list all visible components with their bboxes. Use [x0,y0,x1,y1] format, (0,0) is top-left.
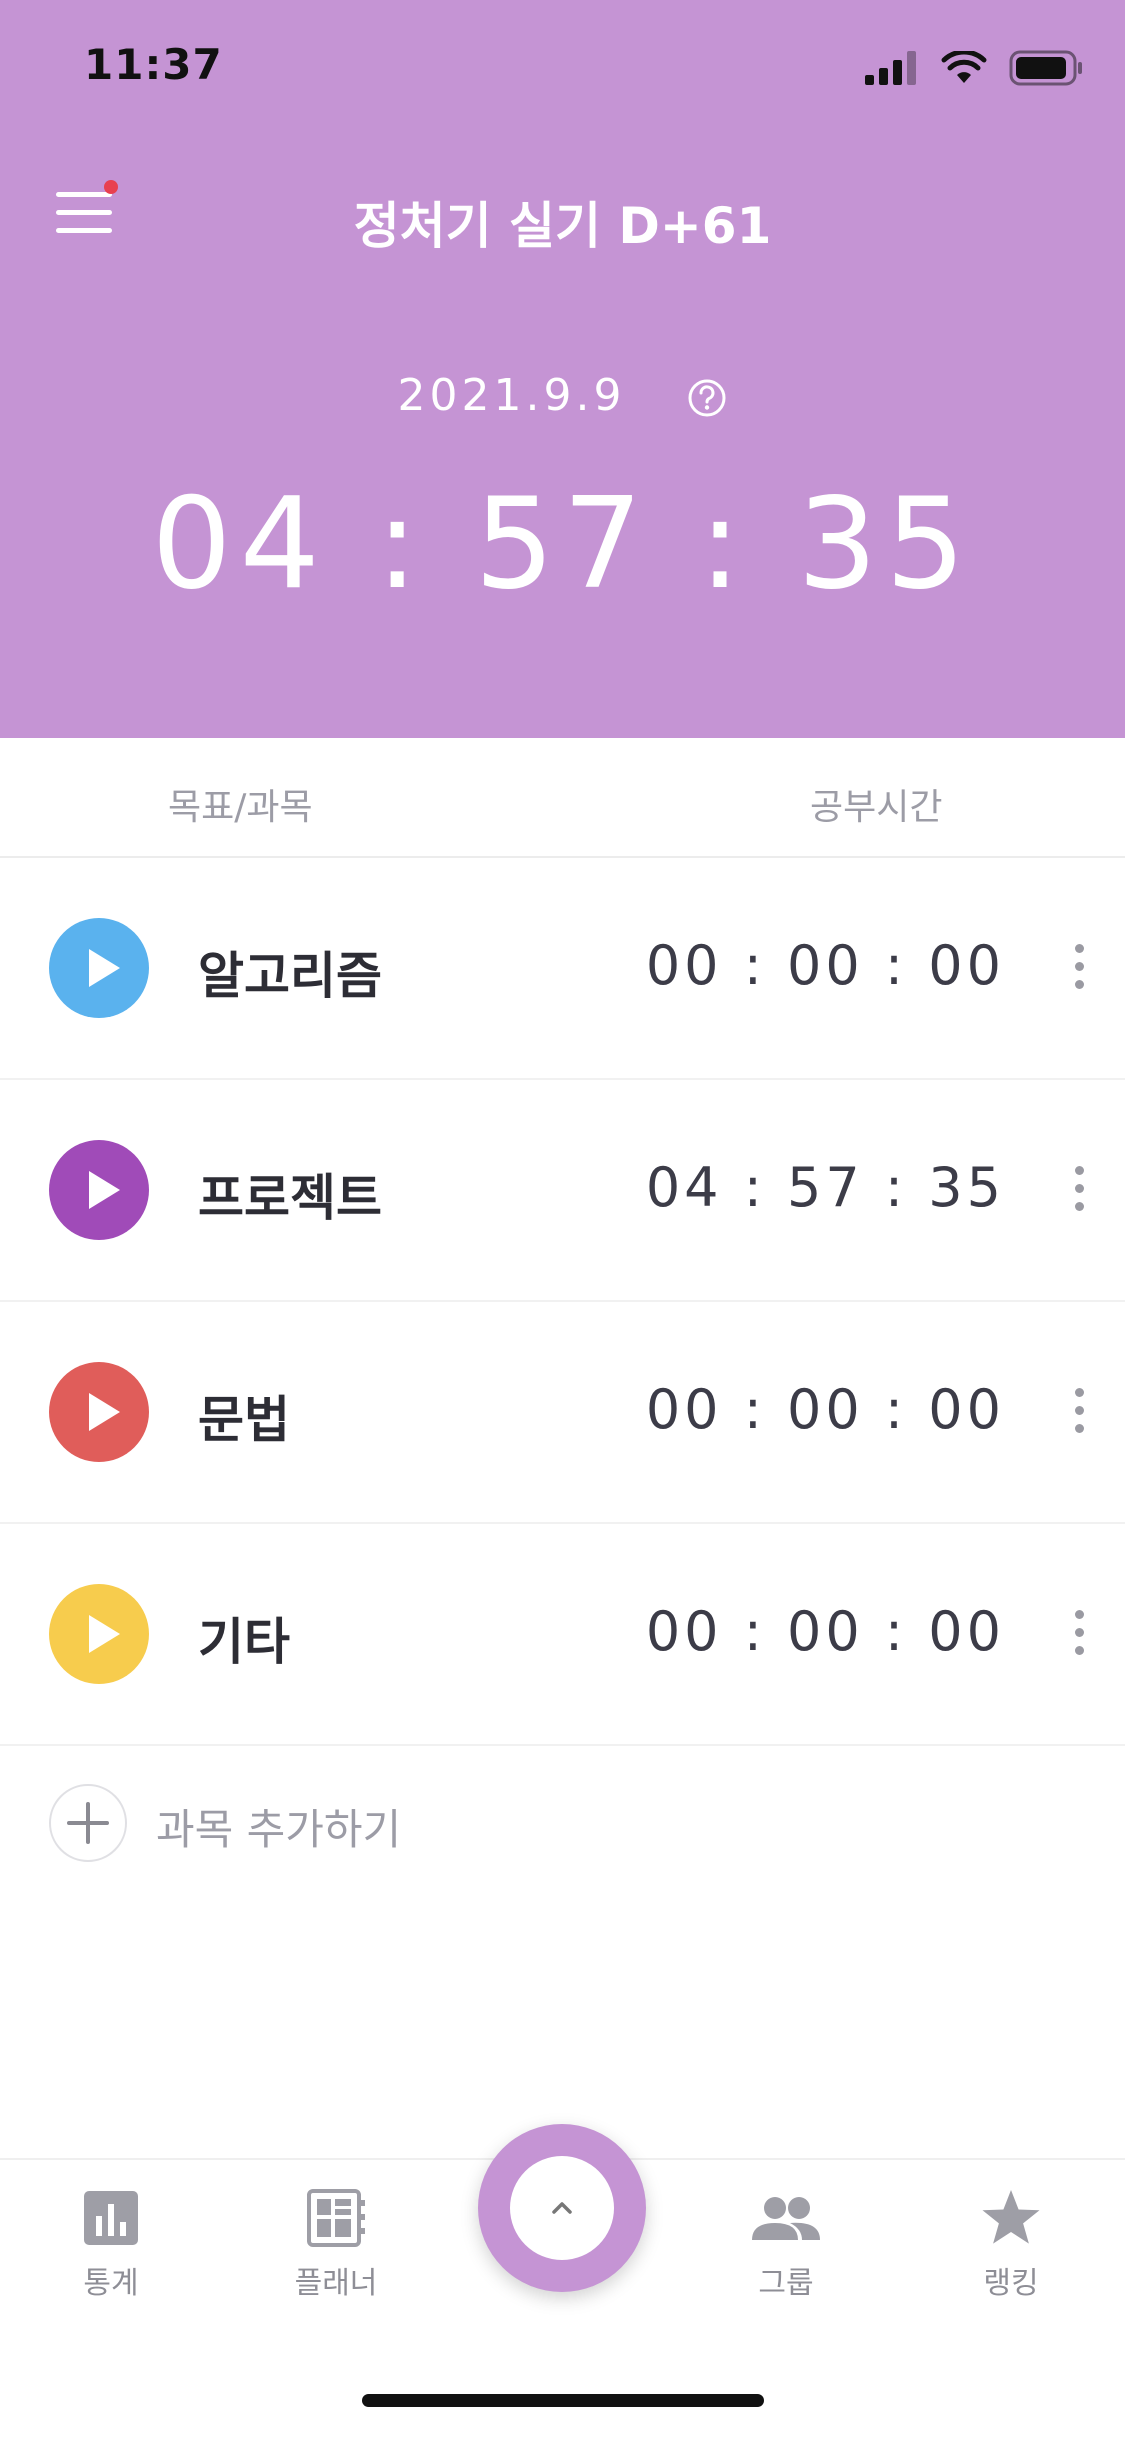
bar-chart-icon [84,2191,138,2245]
column-study-time: 공부시간 [810,787,943,828]
status-time: 11:37 [84,40,223,89]
play-button[interactable] [49,1140,149,1240]
status-icons [865,48,1083,88]
add-subject-label: 과목 추가하기 [156,1805,402,1854]
play-button[interactable] [49,1362,149,1462]
add-circle [49,1784,127,1862]
play-icon [89,1615,120,1653]
tab-ranking[interactable]: 랭킹 [936,2188,1086,2302]
expand-fab[interactable] [478,2124,646,2292]
play-icon [89,1393,120,1431]
tab-label: 플래너 [294,2266,378,2301]
subject-row[interactable]: 기타 00 : 00 : 00 [0,1522,1125,1746]
group-icon [752,2197,820,2240]
planner-icon [307,2189,365,2247]
tab-label: 그룹 [758,2266,814,2301]
play-icon [89,1171,120,1209]
chevron-up-icon [552,2202,572,2214]
plus-icon [67,1802,109,1844]
subject-time: 04 : 57 : 35 [645,1156,1005,1219]
subject-name: 기타 [198,1613,290,1671]
home-indicator [362,2394,764,2407]
battery-icon [1009,50,1082,86]
more-options-icon[interactable] [1075,1166,1087,1212]
more-options-icon[interactable] [1075,1610,1087,1656]
date-label: 2021.9.9 [397,370,626,421]
play-button[interactable] [49,1584,149,1684]
star-icon [982,2190,1040,2244]
subject-name: 알고리즘 [198,947,382,1005]
subject-row[interactable]: 알고리즘 00 : 00 : 00 [0,856,1125,1080]
tab-stats[interactable]: 통계 [36,2188,186,2302]
more-options-icon[interactable] [1075,1388,1087,1434]
subject-name: 프로젝트 [198,1169,382,1227]
subject-time: 00 : 00 : 00 [645,1378,1005,1441]
page-title: 정처기 실기 D+61 [353,197,772,255]
column-header: 목표/과목 공부시간 [0,738,1125,858]
tab-planner[interactable]: 플래너 [261,2188,411,2302]
tab-group[interactable]: 그룹 [711,2188,861,2302]
fab-inner [510,2156,614,2260]
tab-label: 통계 [83,2266,139,2301]
total-timer: 04 : 57 : 35 [151,470,974,617]
more-options-icon[interactable] [1075,944,1087,990]
wifi-icon [941,51,987,83]
subject-time: 00 : 00 : 00 [645,1600,1005,1663]
subject-time: 00 : 00 : 00 [645,934,1005,997]
play-icon [89,949,120,987]
column-subject: 목표/과목 [168,787,313,828]
subject-name: 문법 [198,1391,290,1449]
header: 11:37 정처기 실기 D+61 2021.9.9 04: 57: 35 [0,0,1125,738]
play-button[interactable] [49,918,149,1018]
subject-row[interactable]: 문법 00 : 00 : 00 [0,1300,1125,1524]
tab-label: 랭킹 [983,2266,1039,2301]
date-row: 2021.9.9 [0,370,1125,421]
add-subject-button[interactable]: 과목 추가하기 [0,1748,1125,1898]
help-icon[interactable] [687,378,727,418]
signal-icon [865,51,916,85]
subject-row[interactable]: 프로젝트 04 : 57 : 35 [0,1078,1125,1302]
